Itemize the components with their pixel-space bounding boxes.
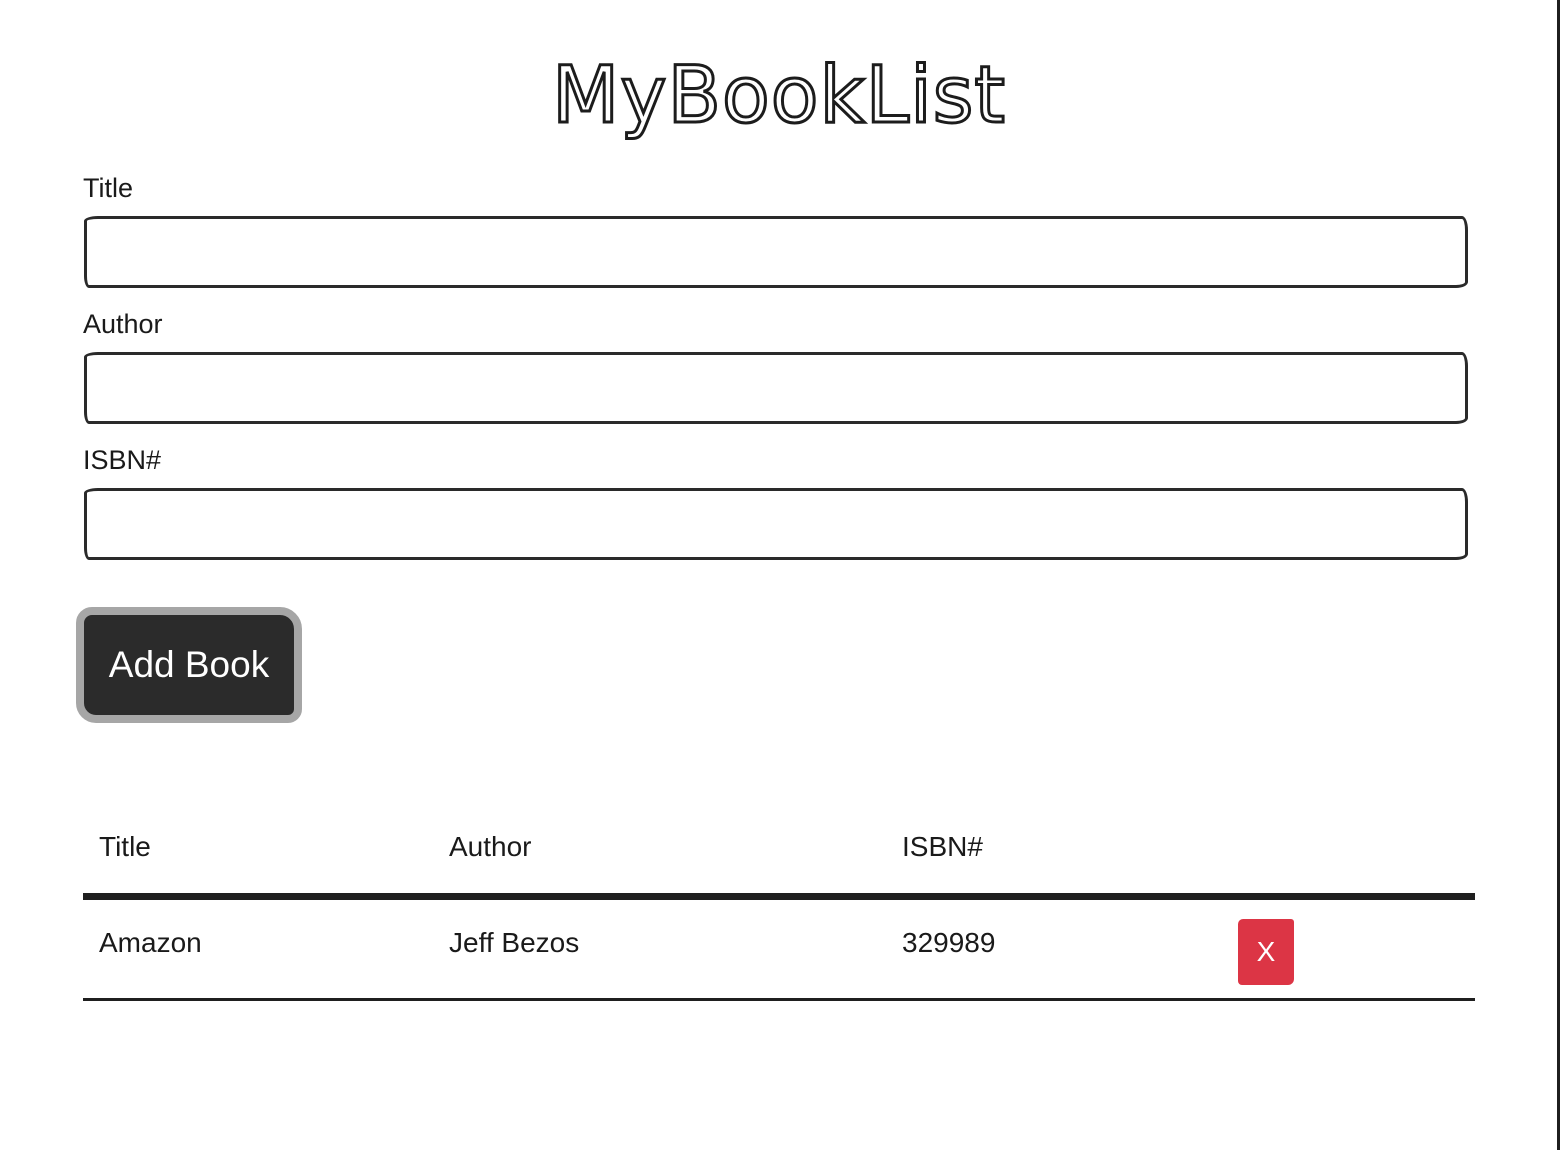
book-isbn-cell: 329989 — [886, 896, 1222, 1001]
column-header-title: Title — [83, 800, 433, 900]
title-label: Title — [83, 173, 134, 203]
author-label: Author — [83, 309, 163, 339]
page-title: MyBookList — [551, 50, 1007, 143]
book-table: Title Author ISBN# Amazon Jeff Bezos 329… — [83, 800, 1475, 1001]
title-input[interactable] — [84, 216, 1468, 288]
book-author-cell: Jeff Bezos — [433, 896, 886, 1001]
isbn-input[interactable] — [84, 488, 1468, 560]
column-header-isbn: ISBN# — [886, 800, 1222, 900]
column-header-author: Author — [433, 800, 886, 900]
author-input[interactable] — [84, 352, 1468, 424]
book-title: Amazon — [99, 927, 202, 958]
delete-book-button[interactable]: X — [1238, 919, 1294, 985]
add-book-button[interactable]: Add Book — [76, 607, 302, 723]
book-title-cell: Amazon — [83, 896, 433, 1001]
table-row: Amazon Jeff Bezos 329989 X — [83, 896, 1475, 1001]
book-table-body: Amazon Jeff Bezos 329989 X — [83, 896, 1475, 1001]
book-table-head: Title Author ISBN# — [83, 800, 1475, 900]
table-header-row: Title Author ISBN# — [83, 800, 1475, 900]
book-author: Jeff Bezos — [449, 927, 580, 958]
book-isbn: 329989 — [902, 927, 996, 958]
column-header-actions — [1222, 800, 1475, 900]
isbn-label: ISBN# — [83, 445, 162, 475]
book-actions-cell: X — [1222, 896, 1475, 1001]
